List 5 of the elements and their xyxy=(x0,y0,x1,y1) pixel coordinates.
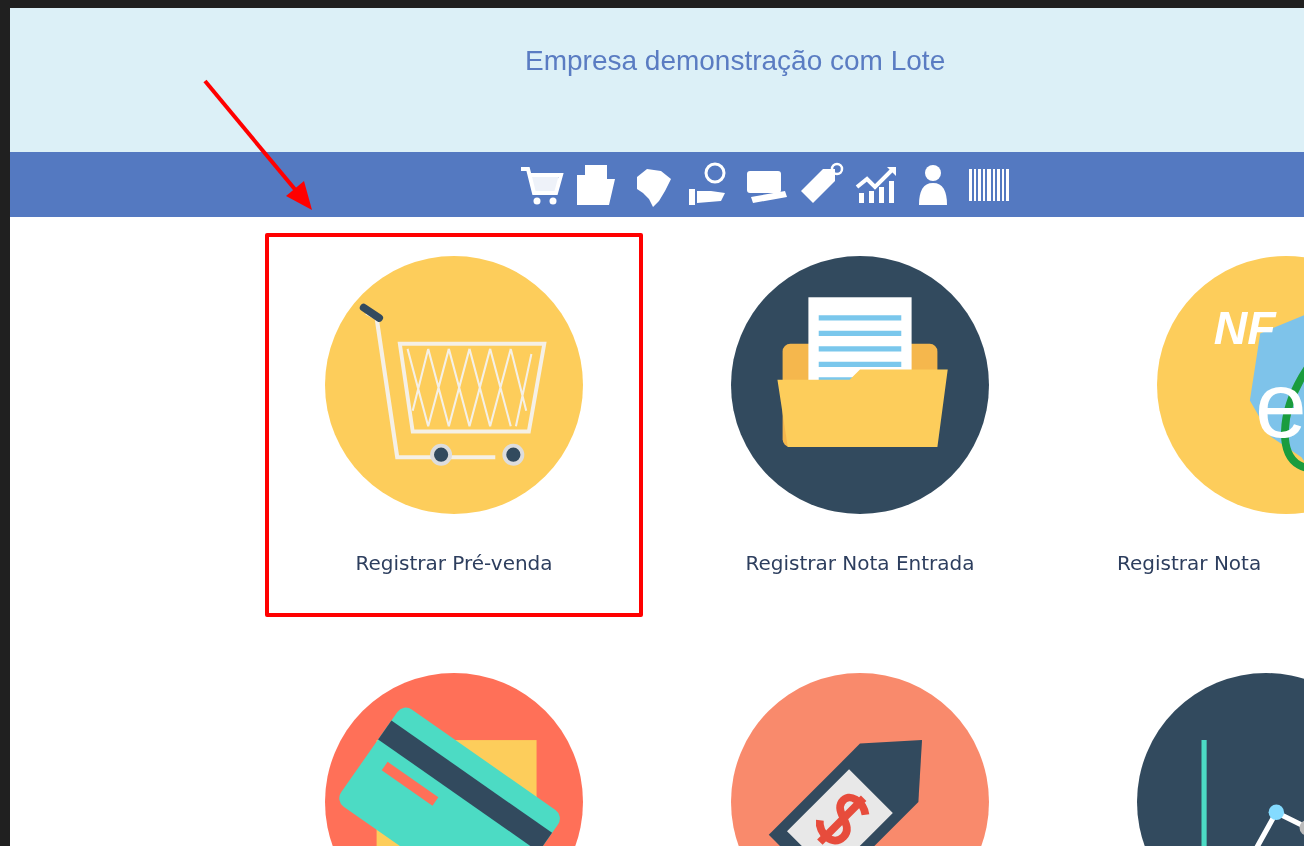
folder-document-icon[interactable] xyxy=(731,256,989,514)
menu-link[interactable]: Registrar Nota Entrada xyxy=(745,548,975,578)
menu-link[interactable]: Registrar Pré-venda xyxy=(355,548,553,578)
company-title: Empresa demonstração com Lote xyxy=(525,44,946,78)
menu-link[interactable]: Registrar Nota xyxy=(1117,548,1262,578)
